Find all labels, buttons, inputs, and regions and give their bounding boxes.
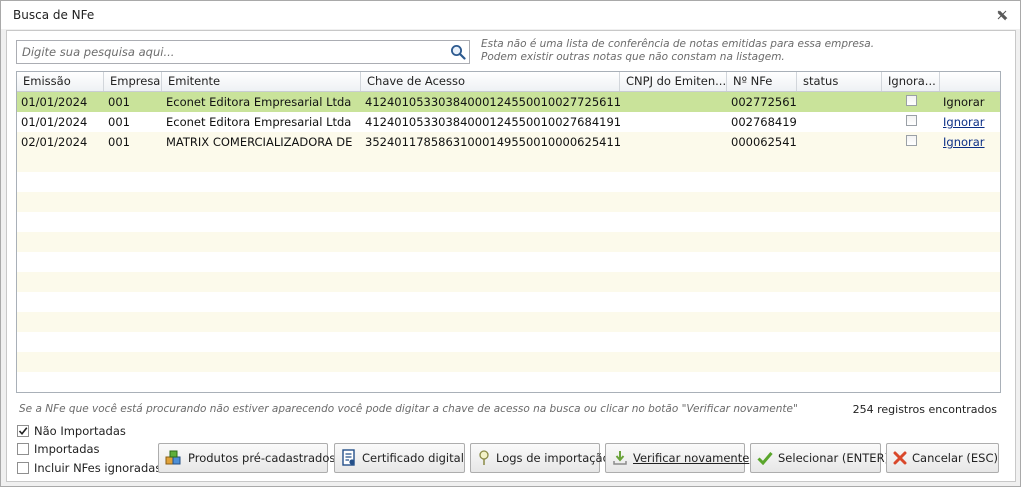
cell-numero-nfe: 002772561: [731, 95, 797, 109]
column-ignorar[interactable]: Ignora...: [882, 72, 940, 91]
cell-empresa: 001: [108, 135, 130, 149]
logs-importacao-button[interactable]: Logs de importação: [470, 443, 610, 473]
button-label: Cancelar (ESC): [912, 451, 998, 465]
ignorar-link-label[interactable]: Ignorar: [943, 95, 985, 109]
ignorar-link-label[interactable]: Ignorar: [943, 135, 985, 149]
cell-emissao: 01/01/2024: [21, 115, 88, 129]
cell-empresa: 001: [108, 115, 130, 129]
cell-emitente: Econet Editora Empresarial Ltda: [166, 115, 352, 129]
ignorar-checkbox[interactable]: [906, 135, 917, 146]
cell-chave-acesso: 4124010533038400012455001002768419149724…: [365, 115, 620, 129]
column-emissao[interactable]: Emissão: [17, 72, 104, 91]
column-action: [940, 72, 1000, 91]
grid-header: Emissão Empresa Emitente Chave de Acesso…: [17, 72, 1000, 92]
download-icon: [613, 451, 627, 465]
column-chave-acesso[interactable]: Chave de Acesso: [361, 72, 620, 91]
title-bar: Busca de NFe: [1, 1, 1020, 29]
close-icon[interactable]: [996, 9, 1008, 21]
cell-numero-nfe: 000062541: [731, 135, 797, 149]
cell-status: [799, 112, 882, 132]
table-row[interactable]: 02/01/2024 001 MATRIX COMERCIALIZADORA DE 3…: [17, 132, 1000, 152]
table-row[interactable]: 01/01/2024 001 Econet Editora Empresarial …: [17, 112, 1000, 132]
list-notice: Esta não é uma lista de conferência de n…: [481, 38, 874, 64]
cell-cnpj-emitente: [622, 132, 727, 152]
filter-label: Não Importadas: [34, 424, 126, 438]
notice-line-1: Esta não é uma lista de conferência de n…: [481, 38, 875, 50]
checkmark-icon: [757, 452, 773, 465]
empty-row: [17, 352, 1000, 372]
checkbox-incluir-ignoradas[interactable]: [17, 462, 29, 474]
search-icon: [451, 45, 466, 60]
checkmark-icon: [18, 427, 28, 436]
cell-numero-nfe: 002768419: [731, 115, 797, 129]
help-note: Se a NFe que você está procurando não es…: [19, 403, 798, 415]
checkbox-importadas[interactable]: [17, 443, 29, 455]
empty-row: [17, 372, 1000, 392]
button-label: Selecionar (ENTER): [778, 451, 890, 465]
filter-label: Importadas: [34, 442, 100, 456]
cell-cnpj-emitente: [622, 112, 727, 132]
cell-emitente: MATRIX COMERCIALIZADORA DE: [166, 135, 353, 149]
search-box: [16, 40, 470, 64]
empty-row: [17, 312, 1000, 332]
column-emitente[interactable]: Emitente: [162, 72, 361, 91]
selecionar-button[interactable]: Selecionar (ENTER): [750, 443, 889, 473]
pin-icon: [479, 450, 489, 465]
certificate-icon: [342, 449, 355, 466]
cell-emissao: 01/01/2024: [21, 95, 88, 109]
column-status[interactable]: status: [797, 72, 882, 91]
table-row[interactable]: 01/01/2024 001 Econet Editora Empresarial …: [17, 92, 1000, 112]
cell-empresa: 001: [108, 95, 130, 109]
empty-row: [17, 192, 1000, 212]
certificado-digital-button[interactable]: Certificado digital: [334, 443, 465, 473]
filter-incluir-ignoradas[interactable]: Incluir NFes ignoradas: [17, 460, 161, 476]
ignorar-checkbox[interactable]: [906, 95, 917, 106]
ignorar-link[interactable]: Ignorar: [941, 132, 999, 152]
search-input[interactable]: [17, 41, 445, 63]
cell-chave-acesso: 3524011785863100014955001000062541115065…: [365, 135, 620, 149]
empty-row: [17, 172, 1000, 192]
empty-row: [17, 292, 1000, 312]
column-empresa[interactable]: Empresa: [104, 72, 162, 91]
empty-row: [17, 252, 1000, 272]
ignorar-link[interactable]: Ignorar: [941, 92, 999, 112]
busca-nfe-window: Busca de NFe Esta não é uma lista de con…: [0, 0, 1021, 487]
empty-row: [17, 232, 1000, 252]
filter-nao-importadas[interactable]: Não Importadas: [17, 423, 126, 439]
cell-emissao: 02/01/2024: [21, 135, 88, 149]
produtos-pre-cadastrados-button[interactable]: Produtos pré-cadastrados: [158, 443, 335, 473]
notice-line-2: Podem existir outras notas que não const…: [481, 51, 785, 63]
button-label: Certificado digital: [362, 451, 464, 465]
cell-emitente: Econet Editora Empresarial Ltda: [166, 95, 352, 109]
ignorar-link[interactable]: Ignorar: [941, 112, 999, 132]
column-cnpj-emitente[interactable]: CNPJ do Emiten...: [620, 72, 727, 91]
verificar-novamente-button[interactable]: Verificar novamente: [605, 443, 749, 473]
filter-label: Incluir NFes ignoradas: [34, 461, 162, 475]
filter-importadas[interactable]: Importadas: [17, 441, 100, 457]
button-label: Verificar novamente: [633, 451, 750, 465]
button-label: Logs de importação: [496, 451, 610, 465]
cancelar-button[interactable]: Cancelar (ESC): [886, 443, 999, 473]
column-numero-nfe[interactable]: Nº NFe: [727, 72, 797, 91]
button-label: Produtos pré-cadastrados: [188, 451, 336, 465]
records-count: 254 registros encontrados: [852, 403, 997, 416]
empty-row: [17, 152, 1000, 172]
main-panel: Esta não é uma lista de conferência de n…: [6, 30, 1016, 482]
cell-status: [799, 92, 882, 112]
cancel-x-icon: [893, 451, 907, 465]
nfe-grid[interactable]: Emissão Empresa Emitente Chave de Acesso…: [16, 71, 1001, 393]
ignorar-link-label[interactable]: Ignorar: [943, 115, 985, 129]
window-title: Busca de NFe: [13, 8, 95, 22]
empty-row: [17, 212, 1000, 232]
empty-row: [17, 272, 1000, 292]
checkbox-nao-importadas[interactable]: [17, 425, 29, 437]
cell-status: [799, 132, 882, 152]
cell-cnpj-emitente: [622, 92, 727, 112]
cell-chave-acesso: 4124010533038400012455001002772561100899…: [365, 95, 620, 109]
ignorar-checkbox[interactable]: [906, 115, 917, 126]
boxes-icon: [165, 450, 181, 465]
search-button[interactable]: [447, 41, 469, 63]
empty-row: [17, 332, 1000, 352]
